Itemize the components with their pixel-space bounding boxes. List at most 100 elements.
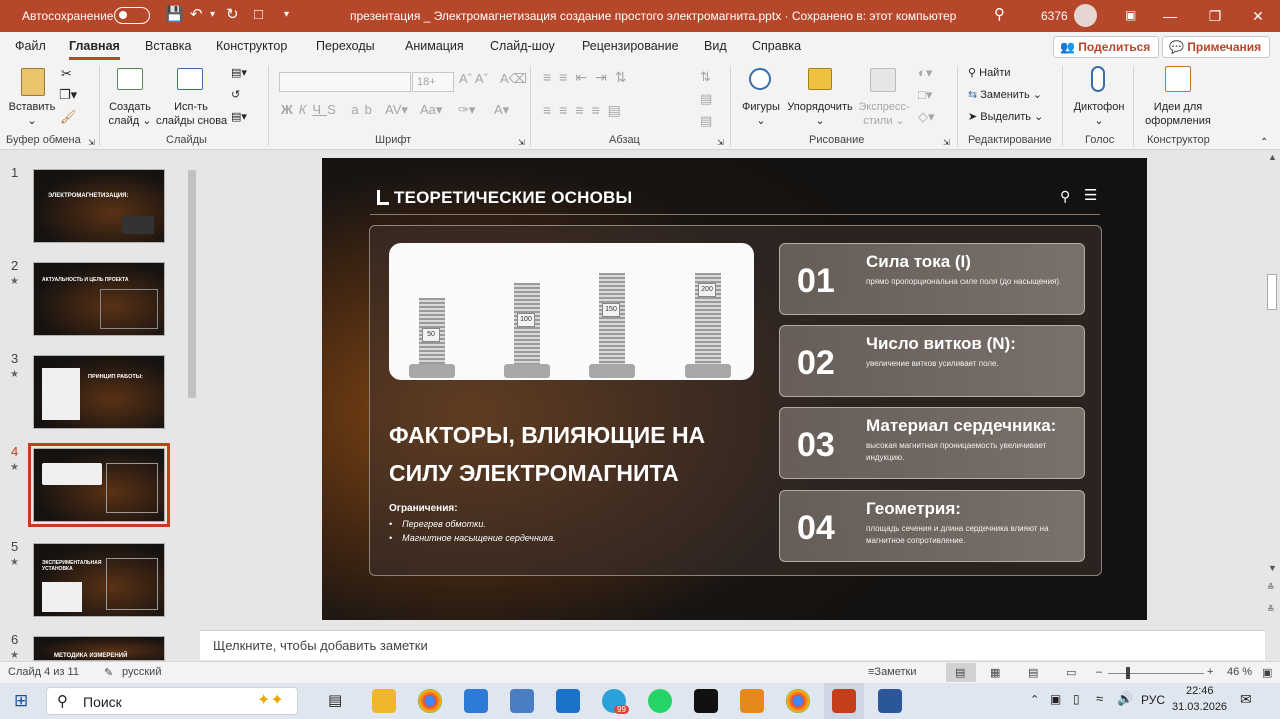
scroll-thumb[interactable] — [1267, 274, 1277, 310]
shapes-label[interactable]: Фигуры ⌄ — [738, 100, 784, 128]
notes-pane[interactable]: Щелкните, чтобы добавить заметки — [200, 630, 1265, 660]
tab-design[interactable]: Конструктор — [216, 39, 287, 53]
next-slide-icon[interactable]: ≚ — [1267, 604, 1275, 615]
paragraph-launcher-icon[interactable]: ⇲ — [717, 136, 724, 150]
bolts-photo[interactable]: 50 100 150 200 — [389, 243, 754, 380]
dictate-label[interactable]: Диктофон ⌄ — [1070, 100, 1128, 128]
collapse-ribbon-icon[interactable]: ⌃ — [1260, 136, 1268, 150]
arrange-label[interactable]: Упорядочить ⌄ — [785, 100, 855, 128]
case-icon[interactable]: Aa▾ — [420, 103, 442, 117]
factor-card[interactable]: 01 Сила тока (I) прямо пропорциональна с… — [779, 243, 1085, 315]
reuse-slides-icon[interactable] — [177, 68, 203, 90]
factor-card[interactable]: 03 Материал сердечника: высокая магнитна… — [779, 407, 1085, 479]
arrange-icon[interactable] — [808, 68, 832, 90]
tab-slideshow[interactable]: Слайд-шоу — [490, 39, 555, 53]
battery-icon[interactable]: ▯ — [1073, 692, 1080, 706]
new-slide-icon[interactable] — [117, 68, 143, 90]
maximize-icon[interactable]: ❐ — [1195, 6, 1235, 26]
scroll-thumb[interactable] — [188, 170, 196, 398]
volume-icon[interactable]: 🔊 — [1117, 691, 1133, 707]
spacing-icon[interactable]: AV▾ — [385, 103, 408, 117]
slide-thumbnail-1[interactable]: ЭЛЕКТРОМАГНЕТИЗАЦИЯ: — [33, 169, 165, 243]
comments-button[interactable]: 💬 Примечания — [1162, 36, 1271, 58]
reset-icon[interactable]: ↺ — [231, 88, 240, 102]
slide-thumbnail-2[interactable]: АКТУАЛЬНОСТЬ И ЦЕЛЬ ПРОЕКТА — [33, 262, 165, 336]
fit-slide-icon[interactable]: ▣ — [1262, 666, 1272, 679]
paste-button[interactable]: Вставить — [8, 100, 56, 114]
outlook-icon[interactable] — [556, 689, 580, 713]
input-language[interactable]: РУС — [1141, 693, 1165, 707]
smartart-icon[interactable]: ▤ — [700, 114, 712, 128]
ribbon-display-icon[interactable]: ▣ — [1125, 6, 1136, 24]
close-icon[interactable]: ✕ — [1238, 6, 1278, 26]
slide-main-title[interactable]: ФАКТОРЫ, ВЛИЯЮЩИЕ НА СИЛУ ЭЛЕКТРОМАГНИТА — [389, 416, 749, 492]
slide-thumbnail-6[interactable]: МЕТОДИКА ИЗМЕРЕНИЙ — [33, 636, 165, 661]
limitation-item[interactable]: • Магнитное насыщение сердечника. — [389, 533, 556, 543]
notifications-icon[interactable]: ✉ — [1240, 691, 1252, 708]
avatar[interactable] — [1074, 4, 1097, 27]
slide-canvas[interactable]: ТЕОРЕТИЧЕСКИЕ ОСНОВЫ ⚲ ☰ 50 100 150 200 … — [322, 158, 1147, 620]
font-size-box[interactable]: 18+ — [412, 72, 454, 92]
copy-icon[interactable]: ❐▾ — [59, 88, 77, 102]
layout-icon[interactable]: ▤▾ — [231, 66, 247, 80]
drawing-launcher-icon[interactable]: ⇲ — [943, 136, 950, 150]
cut-icon[interactable]: ✂ — [61, 67, 72, 81]
zoom-level[interactable]: 46 % — [1227, 666, 1252, 678]
app-icon[interactable] — [694, 689, 718, 713]
designer-ideas-icon[interactable] — [1165, 66, 1191, 92]
microphone-icon[interactable] — [1091, 66, 1105, 92]
clock-date[interactable]: 31.03.2026 — [1172, 701, 1227, 713]
chrome-icon[interactable] — [418, 689, 442, 713]
slide-thumbnail-5[interactable]: ЭКСПЕРИМЕНТАЛЬНАЯ УСТАНОВКА — [33, 543, 165, 617]
designer-ideas-label[interactable]: Идеи для оформления — [1140, 100, 1216, 128]
shape-fill-icon[interactable]: ◐▾ — [918, 66, 932, 80]
remote-desktop-icon[interactable] — [510, 689, 534, 713]
paste-icon[interactable] — [21, 68, 45, 96]
present-icon[interactable]: □ — [254, 6, 263, 24]
clock-time[interactable]: 22:46 — [1186, 685, 1214, 697]
section-icon[interactable]: ▤▾ — [231, 110, 247, 124]
clipboard-launcher-icon[interactable]: ⇲ — [88, 136, 95, 150]
tab-insert[interactable]: Вставка — [145, 39, 191, 53]
clear-format-icon[interactable]: A⌫ — [500, 72, 527, 86]
shape-effects-icon[interactable]: ◇▾ — [918, 110, 935, 124]
windows-start-icon[interactable]: ⊞ — [14, 691, 28, 711]
font-family-box[interactable] — [279, 72, 411, 92]
customize-qat-icon[interactable]: ▾ — [284, 6, 289, 24]
zoom-slider-thumb[interactable] — [1126, 667, 1130, 679]
limitation-item[interactable]: • Перегрев обмотки. — [389, 519, 486, 529]
slide-thumbnail-4-selected[interactable] — [28, 443, 170, 527]
quick-styles-label[interactable]: Экспресс-стили ⌄ — [855, 100, 913, 128]
slide-sorter-icon[interactable]: ▦ — [990, 666, 1000, 679]
notes-placeholder[interactable]: Щелкните, чтобы добавить заметки — [213, 638, 428, 653]
save-icon[interactable]: 💾 — [165, 6, 184, 24]
format-painter-icon[interactable]: 🖌 — [60, 110, 77, 124]
slide-thumbnail-3[interactable]: ПРИНЦИП РАБОТЫ: — [33, 355, 165, 429]
grow-font-icon[interactable]: Aˆ Aˇ — [459, 72, 488, 86]
tab-file[interactable]: Файл — [15, 39, 46, 53]
autosave-toggle[interactable] — [114, 7, 150, 24]
tray-app-icon[interactable]: ▣ — [1050, 692, 1061, 706]
reading-view-icon[interactable]: ▤ — [1028, 666, 1038, 679]
replace-button[interactable]: ⇆ Заменить ⌄ — [968, 88, 1042, 101]
shapes-icon[interactable] — [749, 68, 771, 90]
factor-card[interactable]: 02 Число витков (N): увеличение витков у… — [779, 325, 1085, 397]
align-buttons[interactable]: ≡≡≡≡▤ — [543, 103, 629, 117]
find-button[interactable]: ⚲ Найти — [968, 66, 1011, 79]
paste-dropdown-icon[interactable]: ⌄ — [22, 114, 42, 128]
notes-toggle[interactable]: ≡Заметки — [868, 666, 917, 678]
minimize-icon[interactable]: — — [1150, 6, 1190, 26]
tab-view[interactable]: Вид — [704, 39, 727, 53]
scroll-up-icon[interactable]: ▲ — [1268, 152, 1277, 162]
zoom-slider[interactable] — [1108, 673, 1204, 674]
select-button[interactable]: ➤ Выделить ⌄ — [968, 110, 1043, 123]
redo-icon[interactable]: ↻ — [226, 6, 239, 24]
document-title[interactable]: презентация _ Электромагнетизация создан… — [350, 9, 956, 23]
new-slide-label[interactable]: Создать слайд ⌄ — [104, 100, 156, 128]
language-indicator[interactable]: русский — [122, 666, 161, 678]
slideshow-icon[interactable]: ▭ — [1066, 666, 1076, 679]
thumbnails-scrollbar[interactable] — [185, 150, 199, 661]
undo-dropdown-icon[interactable]: ▾ — [210, 6, 215, 24]
text-direction-icon[interactable]: ⇅ — [700, 70, 711, 84]
font-color-icon[interactable]: A▾ — [494, 103, 509, 117]
